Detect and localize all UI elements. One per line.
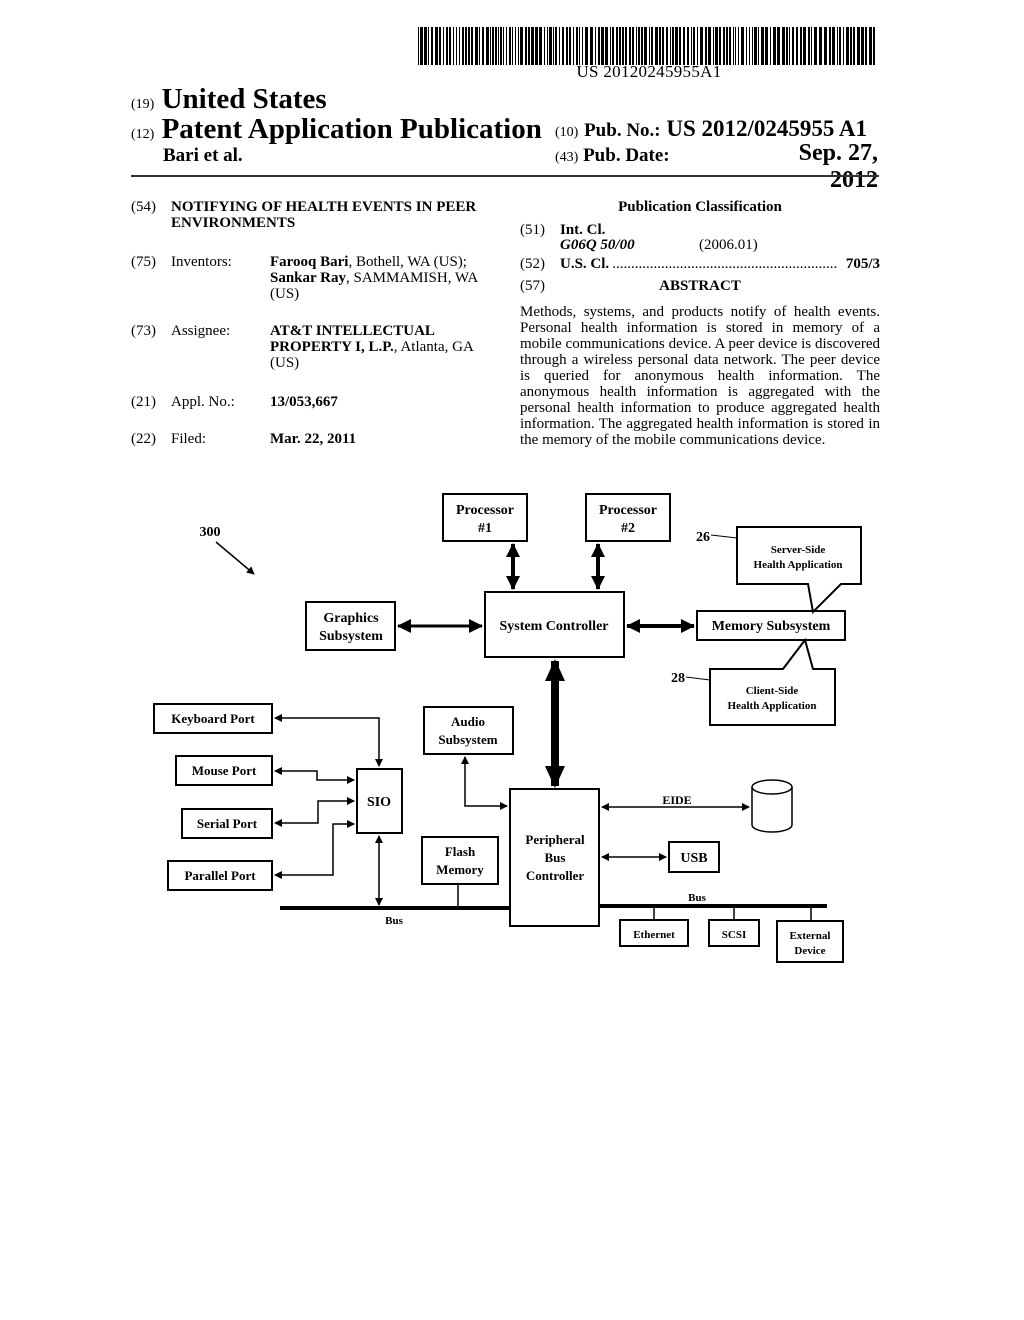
processor-1-label-1: Processor	[456, 503, 514, 518]
ethernet-label: Ethernet	[633, 929, 675, 941]
flash-label-1: Flash	[445, 844, 476, 859]
usb-label: USB	[680, 851, 707, 866]
scsi-label: SCSI	[722, 929, 746, 941]
ref-28-label: 28	[671, 671, 685, 686]
processor-2-label-2: #2	[621, 521, 635, 536]
mouse-sio-link	[274, 767, 355, 784]
parallel-sio-link	[274, 820, 355, 879]
ref-26-label: 26	[696, 530, 710, 545]
peripheral-label-2: Bus	[545, 850, 566, 865]
processor-2-label-1: Processor	[599, 503, 657, 518]
block-diagram: 300 26 28 Processor #1 Processor #2 Grap…	[153, 493, 862, 963]
audio-label-1: Audio	[451, 714, 485, 729]
client-app-label-1: Client-Side	[746, 685, 799, 697]
flash-label-2: Memory	[436, 862, 484, 877]
memory-subsystem-label: Memory Subsystem	[712, 619, 831, 634]
eide-label: EIDE	[662, 793, 691, 807]
ref-300-leader	[215, 541, 255, 575]
external-label-2: Device	[794, 945, 825, 957]
serial-port-label: Serial Port	[197, 816, 258, 831]
client-app-label-2: Health Application	[728, 700, 817, 712]
mouse-port-label: Mouse Port	[192, 763, 257, 778]
server-app-label-1: Server-Side	[771, 544, 826, 556]
peripheral-label-3: Controller	[526, 868, 584, 883]
graphics-label-1: Graphics	[323, 611, 379, 626]
server-app-label-2: Health Application	[754, 559, 843, 571]
ref-300-label: 300	[200, 525, 221, 540]
audio-label-2: Subsystem	[438, 732, 497, 747]
peripheral-label-1: Peripheral	[525, 832, 585, 847]
ref-28-leader	[685, 676, 711, 681]
disk-drive-top	[751, 779, 793, 795]
ref-26-leader	[710, 534, 738, 539]
processor-1-label-2: #1	[478, 521, 492, 536]
parallel-port-label: Parallel Port	[184, 868, 256, 883]
system-controller-label: System Controller	[500, 619, 609, 634]
keyboard-port-label: Keyboard Port	[171, 711, 255, 726]
bus-left-label: Bus	[385, 915, 403, 927]
external-label-1: External	[790, 930, 831, 942]
bus-right-label: Bus	[688, 892, 706, 904]
graphics-label-2: Subsystem	[319, 629, 383, 644]
client-app-callout	[709, 637, 836, 726]
audio-peripheral-link	[461, 756, 508, 810]
serial-sio-link	[274, 797, 355, 827]
sio-label: SIO	[367, 795, 391, 810]
keyboard-sio-link	[274, 714, 383, 767]
